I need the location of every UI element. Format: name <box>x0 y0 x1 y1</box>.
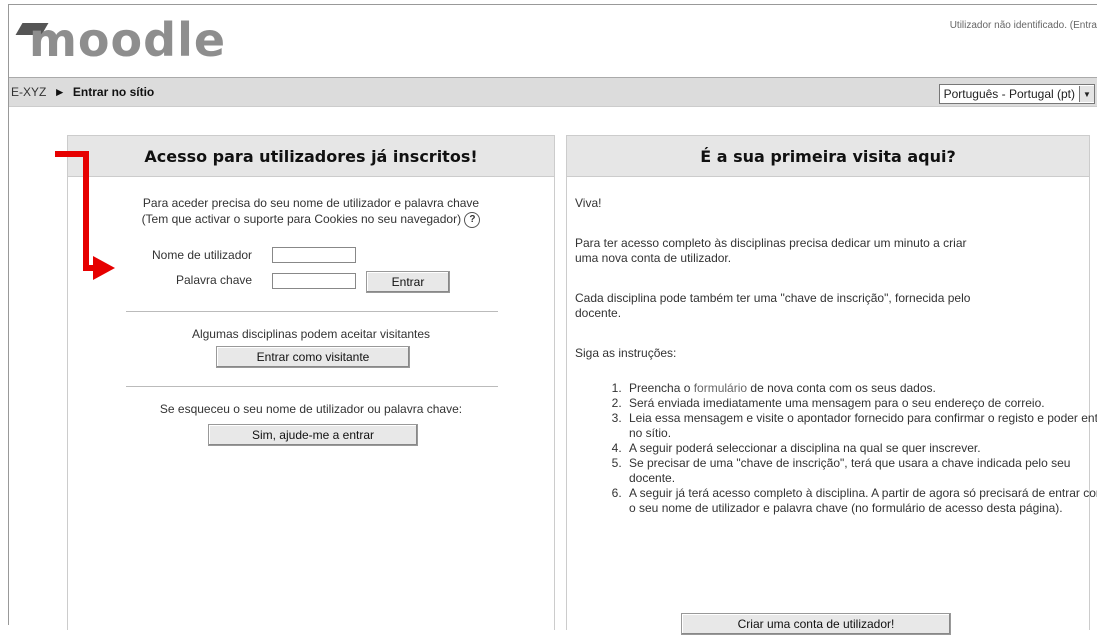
list-item: Se precisar de uma "chave de inscrição",… <box>625 456 1097 486</box>
guest-login-button[interactable]: Entrar como visitante <box>216 346 410 368</box>
breadcrumb-separator-icon: ► <box>53 85 66 99</box>
guest-text: Algumas disciplinas podem aceitar visita… <box>191 327 431 341</box>
step1-text: Preencha o <box>629 381 694 395</box>
page-header: moodle Utilizador não identificado. (Ent… <box>9 5 1097 77</box>
list-item: Preencha o formulário de nova conta com … <box>625 381 1097 396</box>
divider <box>126 386 498 387</box>
signup-paragraph-2: Cada disciplina pode também ter uma "cha… <box>575 291 970 321</box>
login-description: Para aceder precisa do seu nome de utili… <box>68 195 554 228</box>
language-select[interactable]: Português - Portugal (pt) ▼ <box>938 84 1095 104</box>
login-status: Utilizador não identificado. (Entra <box>949 20 1097 31</box>
signup-paragraph-1: Para ter acesso completo às disciplinas … <box>575 236 967 266</box>
navbar: E-XYZ ► Entrar no sítio Português - Port… <box>9 77 1097 107</box>
username-label: Nome de utilizador <box>152 248 253 262</box>
arrow-vertical-segment <box>83 151 89 271</box>
login-panel-title: Acesso para utilizadores já inscritos! <box>68 136 554 177</box>
moodle-logo[interactable]: moodle <box>15 11 235 71</box>
forgot-password-button[interactable]: Sim, ajude-me a entrar <box>208 424 418 446</box>
breadcrumb: E-XYZ ► Entrar no sítio <box>11 85 154 99</box>
signup-form-link[interactable]: formulário <box>694 381 747 395</box>
list-item: A seguir já terá acesso completo à disci… <box>625 486 1097 516</box>
list-item: Leia essa mensagem e visite o apontador … <box>625 411 1097 441</box>
para1-line2: uma nova conta de utilizador. <box>575 251 732 265</box>
password-label: Palavra chave <box>176 273 253 287</box>
arrow-head-icon <box>93 256 115 280</box>
help-icon[interactable]: ? <box>464 211 481 228</box>
instructions-label: Siga as instruções: <box>575 346 677 360</box>
password-input[interactable] <box>272 273 356 289</box>
signup-panel-title: É a sua primeira visita aqui? <box>567 136 1089 177</box>
signup-greeting: Viva! <box>575 196 602 210</box>
list-item: A seguir poderá seleccionar a disciplina… <box>625 441 1097 456</box>
login-button[interactable]: Entrar <box>366 271 450 293</box>
step1-text-end: de nova conta com os seus dados. <box>747 381 936 395</box>
logo-text: moodle <box>29 13 227 67</box>
instructions-list: Preencha o formulário de nova conta com … <box>575 381 1097 516</box>
login-desc-line2: (Tem que activar o suporte para Cookies … <box>141 212 462 226</box>
forgot-text: Se esqueceu o seu nome de utilizador ou … <box>159 402 463 416</box>
username-input[interactable] <box>272 247 356 263</box>
list-item: Será enviada imediatamente uma mensagem … <box>625 396 1097 411</box>
para1-line1: Para ter acesso completo às disciplinas … <box>575 236 967 250</box>
signup-panel: É a sua primeira visita aqui? Viva! Para… <box>566 135 1097 635</box>
login-desc-line1: Para aceder precisa do seu nome de utili… <box>142 196 480 210</box>
divider <box>126 311 498 312</box>
chevron-down-icon[interactable]: ▼ <box>1079 86 1094 102</box>
language-select-value: Português - Portugal (pt) <box>943 87 1075 101</box>
breadcrumb-current: Entrar no sítio <box>72 85 155 99</box>
para2-line2: docente. <box>575 306 622 320</box>
login-panel: Acesso para utilizadores já inscritos! P… <box>67 135 555 630</box>
page-frame: moodle Utilizador não identificado. (Ent… <box>8 4 1097 635</box>
para2-line1: Cada disciplina pode também ter uma "cha… <box>575 291 971 305</box>
breadcrumb-home-link[interactable]: E-XYZ <box>11 85 46 99</box>
create-account-button[interactable]: Criar uma conta de utilizador! <box>681 613 951 635</box>
